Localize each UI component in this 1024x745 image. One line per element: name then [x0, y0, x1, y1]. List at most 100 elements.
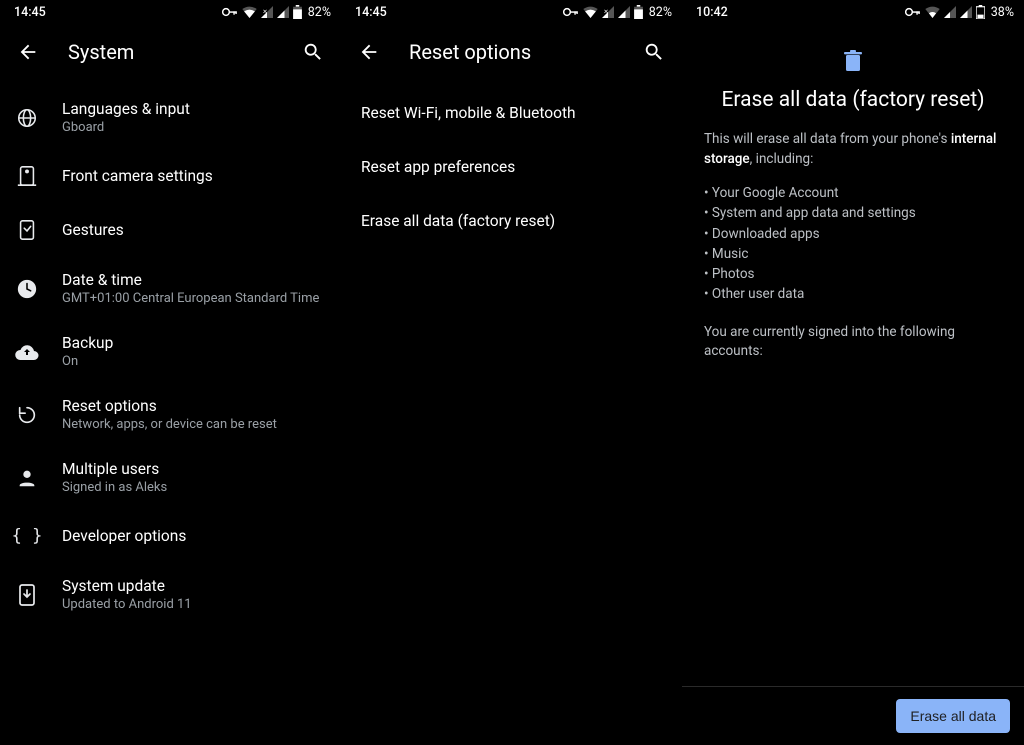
item-gestures[interactable]: Gestures	[0, 203, 341, 257]
bullet-item: • Other user data	[704, 284, 1002, 304]
battery-icon	[976, 5, 985, 19]
status-bar: 10:42 38%	[682, 0, 1024, 24]
item-title: Languages & input	[62, 100, 325, 118]
item-title: Reset Wi-Fi, mobile & Bluetooth	[361, 104, 662, 122]
item-subtitle: GMT+01:00 Central European Standard Time	[62, 291, 325, 306]
wifi-icon	[242, 6, 257, 18]
system-update-icon	[18, 583, 36, 607]
item-subtitle: Network, apps, or device can be reset	[62, 417, 325, 432]
intro-post: , including:	[750, 151, 814, 167]
status-battery-pct: 82%	[649, 5, 672, 20]
trash-icon	[843, 50, 863, 72]
svg-text:✕: ✕	[603, 9, 608, 16]
item-title: Gestures	[62, 221, 325, 239]
status-battery-pct: 38%	[991, 5, 1014, 20]
screen-factory-reset: 10:42 38% Erase all data (factory reset)…	[682, 0, 1024, 745]
item-subtitle: On	[62, 354, 325, 369]
system-settings-list: Languages & input Gboard Front camera se…	[0, 80, 341, 626]
item-date-time[interactable]: Date & time GMT+01:00 Central European S…	[0, 257, 341, 320]
vpn-key-icon	[905, 6, 921, 18]
intro-pre: This will erase all data from your phone…	[704, 131, 951, 147]
item-reset-options[interactable]: Reset options Network, apps, or device c…	[0, 383, 341, 446]
intro-text: This will erase all data from your phone…	[704, 130, 1002, 169]
signal-2-icon	[618, 6, 630, 18]
signal-2-icon	[277, 6, 289, 18]
front-camera-icon	[17, 165, 37, 187]
page-title: System	[68, 40, 273, 64]
screen-reset-options: 14:45 ✕ 82% Reset options Reset Wi-Fi, m…	[341, 0, 682, 745]
wifi-icon	[925, 6, 940, 18]
app-bar: System	[0, 24, 341, 80]
signal-2-icon	[960, 6, 972, 18]
item-backup[interactable]: Backup On	[0, 320, 341, 383]
globe-icon	[16, 107, 38, 129]
item-subtitle: Signed in as Aleks	[62, 480, 325, 495]
status-time: 14:45	[355, 5, 387, 20]
signed-in-text: You are currently signed into the follow…	[704, 323, 1002, 362]
search-button[interactable]	[634, 32, 674, 72]
item-subtitle: Gboard	[62, 120, 325, 135]
status-time: 14:45	[14, 5, 46, 20]
status-battery-pct: 82%	[308, 5, 331, 20]
vpn-key-icon	[222, 6, 238, 18]
item-subtitle: Updated to Android 11	[62, 597, 325, 612]
search-button[interactable]	[293, 32, 333, 72]
item-title: Reset options	[62, 397, 325, 415]
signal-1-icon: ✕	[602, 6, 614, 18]
item-title: Reset app preferences	[361, 158, 662, 176]
erase-all-data-button[interactable]: Erase all data	[896, 699, 1010, 733]
page-title: Erase all data (factory reset)	[704, 88, 1002, 112]
screen-system: 14:45 ✕ 82% System Languages & input Gbo…	[0, 0, 341, 745]
item-title: Multiple users	[62, 460, 325, 478]
reset-icon	[16, 404, 38, 426]
signal-1-icon	[944, 6, 956, 18]
footer-bar: Erase all data	[682, 686, 1024, 745]
bullet-item: • Your Google Account	[704, 183, 1002, 203]
item-title: Front camera settings	[62, 167, 325, 185]
status-icons: 38%	[905, 5, 1014, 20]
item-erase-all-data[interactable]: Erase all data (factory reset)	[341, 194, 682, 248]
bullets-list: • Your Google Account • System and app d…	[704, 183, 1002, 305]
bullet-item: • Music	[704, 244, 1002, 264]
item-reset-wifi-mobile-bt[interactable]: Reset Wi-Fi, mobile & Bluetooth	[341, 86, 682, 140]
app-bar: Reset options	[341, 24, 682, 80]
item-languages-input[interactable]: Languages & input Gboard	[0, 86, 341, 149]
arrow-back-icon	[17, 41, 39, 63]
status-bar: 14:45 ✕ 82%	[0, 0, 341, 24]
bullet-item: • Photos	[704, 264, 1002, 284]
search-icon	[643, 41, 665, 63]
signal-1-icon: ✕	[261, 6, 273, 18]
item-multiple-users[interactable]: Multiple users Signed in as Aleks	[0, 446, 341, 509]
arrow-back-icon	[358, 41, 380, 63]
vpn-key-icon	[563, 6, 579, 18]
item-front-camera[interactable]: Front camera settings	[0, 149, 341, 203]
page-title: Reset options	[409, 40, 614, 64]
item-reset-app-preferences[interactable]: Reset app preferences	[341, 140, 682, 194]
status-icons: ✕ 82%	[563, 5, 672, 20]
item-title: Backup	[62, 334, 325, 352]
item-title: Date & time	[62, 271, 325, 289]
search-icon	[302, 41, 324, 63]
status-icons: ✕ 82%	[222, 5, 331, 20]
gesture-icon	[17, 219, 37, 241]
bullet-item: • Downloaded apps	[704, 224, 1002, 244]
battery-icon	[634, 5, 643, 19]
battery-icon	[293, 5, 302, 19]
wifi-icon	[583, 6, 598, 18]
back-button[interactable]	[8, 32, 48, 72]
bullet-item: • System and app data and settings	[704, 203, 1002, 223]
svg-text:✕: ✕	[262, 9, 267, 16]
item-title: System update	[62, 577, 325, 595]
item-developer-options[interactable]: { } Developer options	[0, 509, 341, 563]
reset-options-list: Reset Wi-Fi, mobile & Bluetooth Reset ap…	[341, 80, 682, 248]
person-icon	[16, 467, 38, 489]
back-button[interactable]	[349, 32, 389, 72]
cloud-upload-icon	[15, 343, 39, 361]
braces-icon: { }	[12, 526, 43, 546]
item-title: Erase all data (factory reset)	[361, 212, 662, 230]
status-time: 10:42	[696, 5, 728, 20]
factory-reset-content: Erase all data (factory reset) This will…	[682, 24, 1024, 686]
status-bar: 14:45 ✕ 82%	[341, 0, 682, 24]
item-system-update[interactable]: System update Updated to Android 11	[0, 563, 341, 626]
item-title: Developer options	[62, 527, 325, 545]
